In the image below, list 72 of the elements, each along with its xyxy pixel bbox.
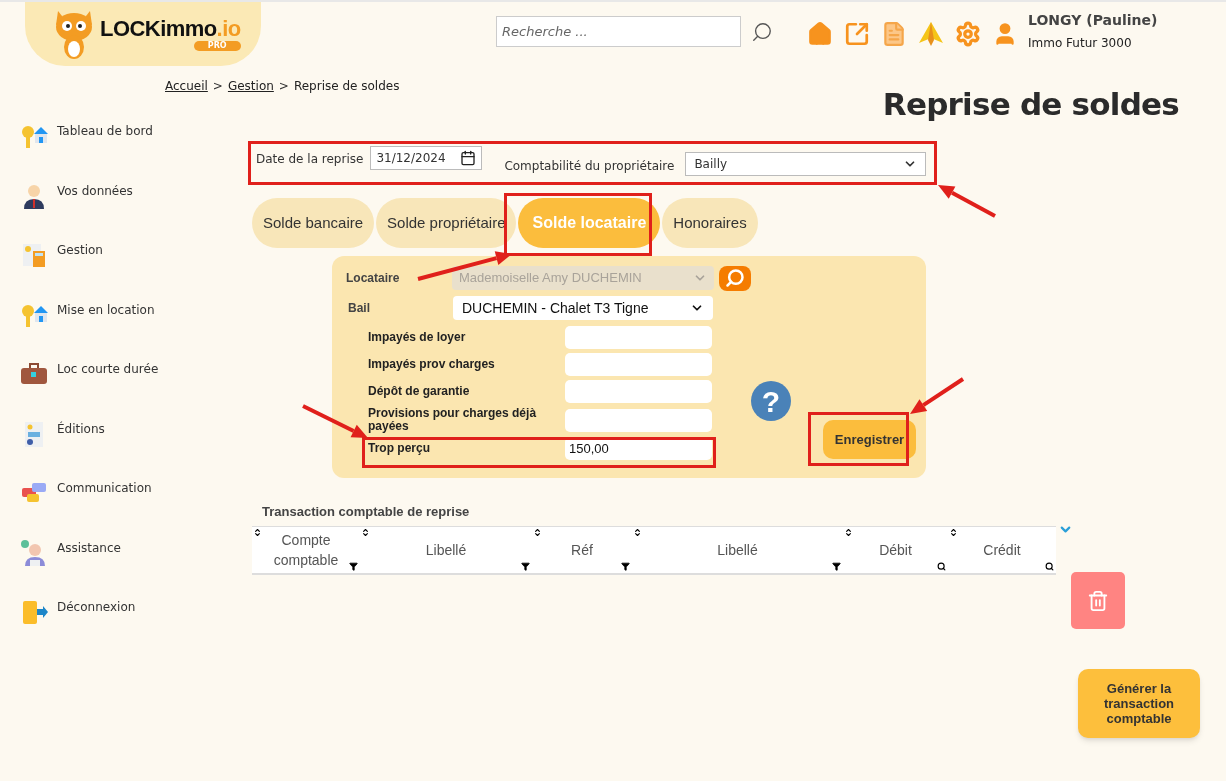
filter-icon[interactable] (621, 561, 630, 571)
sort-icon[interactable] (633, 527, 642, 537)
calculator-document-icon (20, 241, 48, 269)
sidebar-item[interactable]: Déconnexion (20, 598, 248, 658)
calendar-icon[interactable] (460, 150, 477, 166)
pro-badge: PRO (193, 40, 241, 51)
field-label: Provisions pour charges déjà payées (368, 407, 538, 433)
search-field[interactable]: Recherche ... (496, 16, 741, 47)
date-label: Date de la reprise (256, 151, 364, 168)
breadcrumb-separator: > (278, 78, 289, 95)
amount-field[interactable] (565, 380, 712, 403)
trash-icon (1087, 588, 1109, 613)
sidebar-item[interactable]: Loc courte durée (20, 360, 248, 420)
column-header[interactable]: Débit (843, 526, 948, 573)
filter-icon[interactable] (349, 561, 358, 571)
sort-icon[interactable] (361, 527, 370, 537)
sidebar-item[interactable]: Assistance (20, 538, 248, 598)
owner-accounting-label: Comptabilité du propriétaire (504, 158, 675, 175)
tenant-label: Locataire (346, 270, 401, 287)
save-button[interactable]: Enregistrer (823, 420, 916, 459)
logo-text: LOCKimmo.io (100, 17, 241, 40)
sidebar-item[interactable]: Gestion (20, 241, 248, 301)
search-icon (725, 268, 745, 288)
field-label: Impayés de loyer (368, 331, 467, 344)
column-header[interactable]: Crédit (948, 526, 1056, 573)
annotation-arrow (938, 185, 996, 218)
sort-icon[interactable] (844, 527, 853, 537)
column-header[interactable]: Compte comptable (252, 526, 360, 573)
tab[interactable]: Solde propriétaire (376, 198, 517, 248)
sidebar-item[interactable]: Éditions (20, 419, 248, 479)
sidebar-item[interactable]: Vos données (20, 181, 248, 241)
support-agent-icon (20, 538, 48, 567)
help-icon[interactable]: ? (751, 381, 791, 421)
filter-icon[interactable] (832, 561, 841, 571)
search-button[interactable] (719, 265, 751, 291)
table-title: Transaction comptable de reprise (262, 503, 471, 521)
search-icon[interactable] (751, 20, 773, 43)
breadcrumb-link[interactable]: Gestion (227, 77, 274, 95)
company-name: Immo Futur 3000 (1028, 35, 1133, 52)
page-title: Reprise de soldes (882, 85, 1179, 124)
field-label: Trop perçu (368, 442, 431, 455)
tab[interactable]: Honoraires (662, 198, 758, 248)
column-header[interactable]: Libellé (360, 526, 532, 573)
lease-label: Bail (347, 300, 371, 317)
breadcrumb-separator: > (212, 78, 223, 95)
field-label: Dépôt de garantie (368, 385, 471, 398)
field-label: Impayés prov charges (368, 358, 496, 371)
sort-icon[interactable] (949, 527, 958, 537)
filter-icon[interactable] (521, 561, 530, 571)
search-icon[interactable] (1045, 561, 1054, 571)
tab[interactable]: Solde bancaire (252, 198, 375, 248)
generate-transaction-button[interactable]: Générer la transaction comptable (1078, 669, 1200, 738)
annotation-arrow (910, 377, 965, 414)
lease-select[interactable]: DUCHEMIN - Chalet T3 Tigne (453, 296, 713, 320)
column-header[interactable]: Libellé (632, 526, 843, 573)
sort-icon[interactable] (253, 527, 262, 537)
sidebar-item[interactable]: Communication (20, 479, 248, 539)
column-header[interactable]: Réf (532, 526, 632, 573)
amount-field[interactable] (565, 326, 712, 349)
sidebar-item[interactable]: Tableau de bord (20, 122, 248, 182)
amount-field[interactable] (565, 408, 712, 432)
sort-icon[interactable] (533, 527, 542, 537)
user-name: LONGY (Pauline) (1028, 11, 1158, 30)
logout-door-icon (20, 598, 48, 626)
date-field[interactable]: 31/12/2024 (370, 146, 483, 170)
annotation-arrow (302, 404, 368, 438)
sidebar-item[interactable]: Mise en location (20, 300, 248, 360)
owner-accounting-select[interactable]: Bailly (685, 152, 927, 176)
search-icon[interactable] (937, 561, 946, 571)
amount-field[interactable] (565, 353, 712, 376)
breadcrumb-current: Reprise de soldes (293, 78, 400, 95)
breadcrumb-link[interactable]: Accueil (165, 77, 208, 95)
